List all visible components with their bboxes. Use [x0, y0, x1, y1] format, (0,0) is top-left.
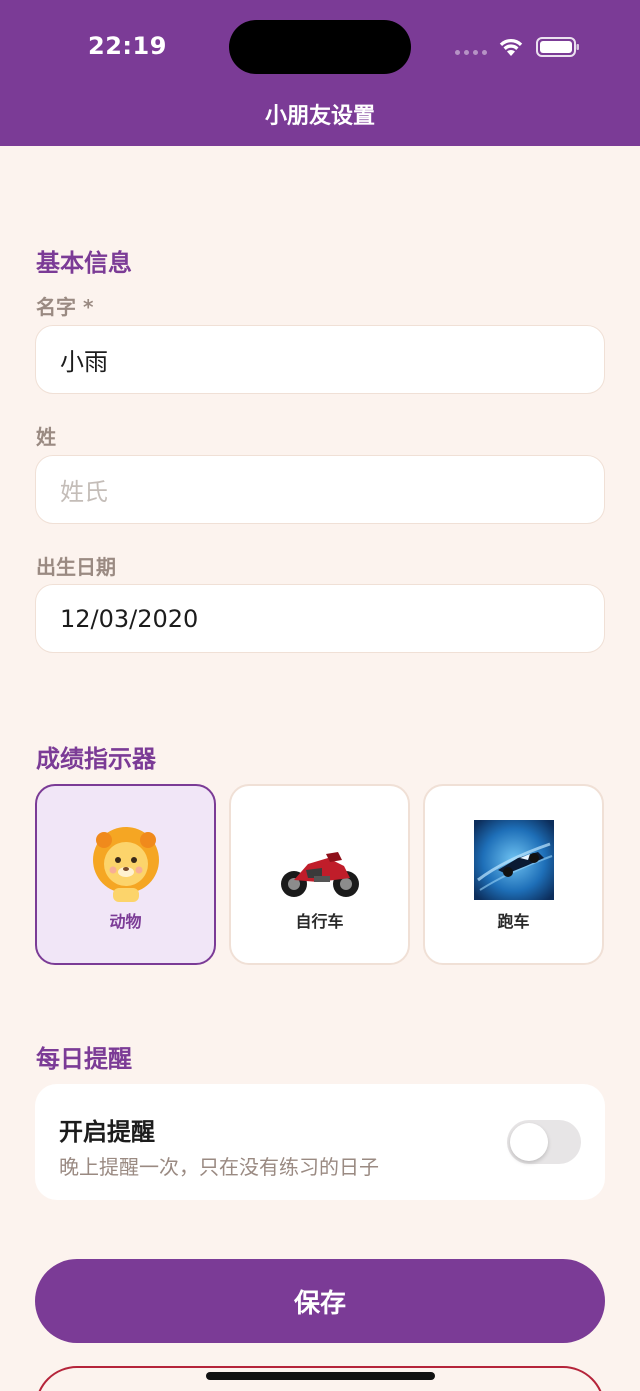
basic-info-heading: 基本信息: [36, 249, 132, 277]
last-name-input[interactable]: 姓氏: [35, 455, 605, 524]
status-time: 22:19: [88, 32, 167, 60]
first-name-label: 名字 *: [36, 295, 94, 319]
page-title: 小朋友设置: [264, 104, 375, 129]
cellular-signal-icon: [455, 50, 487, 56]
indicator-option-animal[interactable]: 动物: [35, 784, 216, 965]
race-car-icon: [473, 820, 554, 900]
indicator-option-label: 自行车: [295, 912, 344, 931]
indicator-option-label: 动物: [109, 912, 142, 931]
first-name-input[interactable]: 小雨: [35, 325, 605, 394]
last-name-placeholder: 姓氏: [60, 478, 108, 506]
app-header: 22:19 小朋友设置: [0, 0, 640, 146]
reminder-title: 开启提醒: [59, 1118, 155, 1146]
dynamic-island: [229, 20, 411, 74]
reminder-description: 晚上提醒一次，只在没有练习的日子: [59, 1155, 379, 1179]
birthdate-input[interactable]: 12/03/2020: [35, 584, 605, 653]
first-name-value: 小雨: [60, 348, 108, 376]
battery-icon: [536, 37, 579, 57]
lion-icon: [92, 827, 159, 902]
indicator-heading: 成绩指示器: [36, 745, 156, 773]
home-indicator: [206, 1372, 435, 1380]
reminder-toggle[interactable]: [507, 1120, 581, 1164]
toggle-knob: [510, 1123, 548, 1161]
birthdate-label: 出生日期: [36, 555, 116, 579]
reminder-card: 开启提醒 晚上提醒一次，只在没有练习的日子: [35, 1084, 605, 1200]
reminder-heading: 每日提醒: [36, 1045, 132, 1073]
settings-screen: 22:19 小朋友设置 基本信息 名字 * 小雨 姓 姓氏 出生日期 12/03…: [0, 0, 640, 1391]
save-button[interactable]: 保存: [35, 1259, 605, 1343]
indicator-option-label: 跑车: [497, 912, 530, 931]
indicator-option-race-car[interactable]: 跑车: [423, 784, 604, 965]
birthdate-value: 12/03/2020: [60, 604, 199, 633]
last-name-label: 姓: [36, 425, 56, 449]
indicator-option-bike[interactable]: 自行车: [229, 784, 410, 965]
motorcycle-icon: [280, 852, 359, 897]
wifi-icon: [499, 38, 523, 56]
